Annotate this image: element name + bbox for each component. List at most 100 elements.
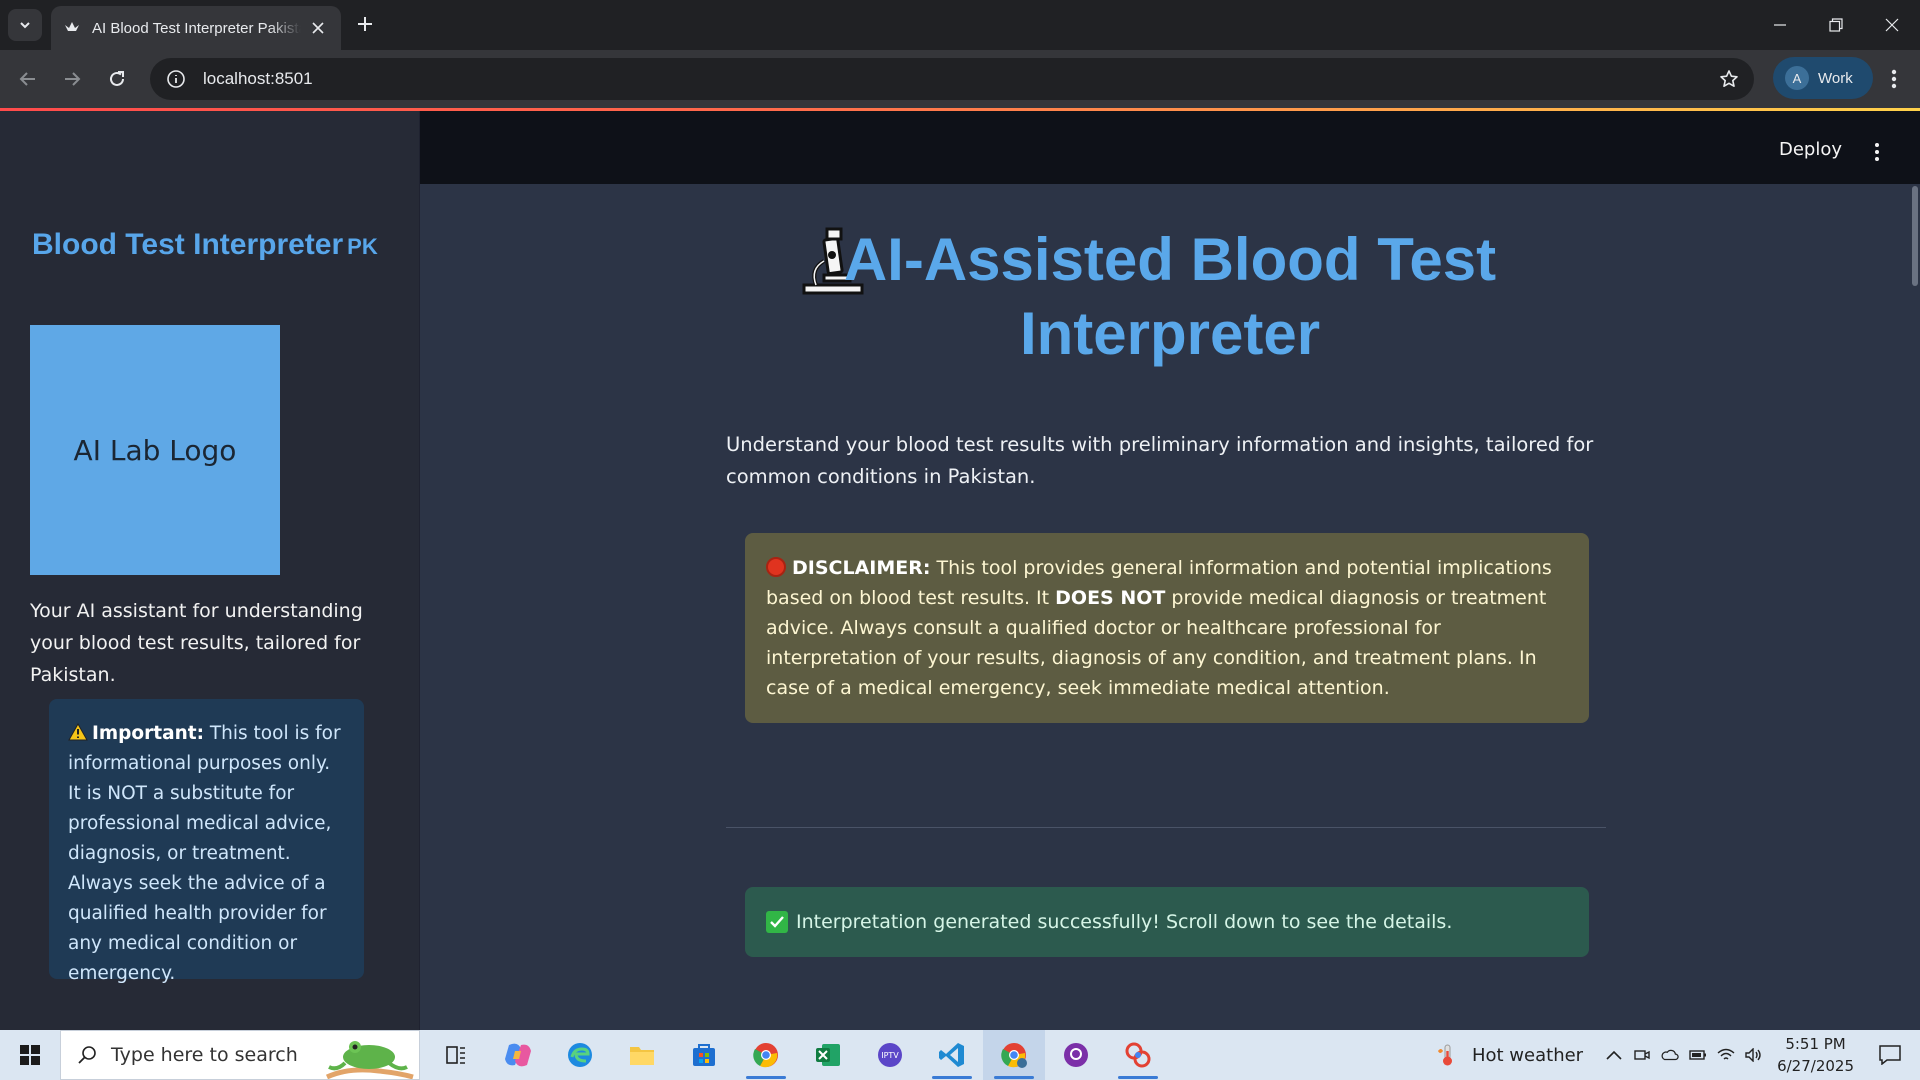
restore-button[interactable] <box>1808 0 1864 50</box>
sidebar: Blood Test Interpreter PK AI Lab Logo You… <box>0 111 420 1030</box>
plus-icon <box>358 17 372 31</box>
chrome-icon <box>753 1043 778 1068</box>
deploy-button[interactable]: Deploy <box>1779 139 1842 160</box>
new-tab-button[interactable] <box>352 11 378 37</box>
clock-time: 5:51 PM <box>1785 1035 1846 1053</box>
forward-button[interactable] <box>56 63 88 95</box>
logo-image: AI Lab Logo <box>30 325 280 575</box>
chrome-profile-button[interactable] <box>983 1030 1045 1080</box>
windows-logo-icon <box>20 1045 40 1065</box>
profile-button[interactable]: A Work <box>1773 57 1873 99</box>
copilot-icon <box>505 1043 531 1067</box>
vscode-button[interactable] <box>921 1030 983 1080</box>
arrow-right-icon <box>65 72 81 86</box>
store-button[interactable] <box>673 1030 735 1080</box>
alert-strong: Important: <box>92 723 204 744</box>
clock-date: 6/27/2025 <box>1777 1057 1854 1075</box>
profile-name: Work <box>1818 69 1853 87</box>
main-menu-button[interactable] <box>1867 140 1887 164</box>
edge-button[interactable] <box>549 1030 611 1080</box>
tab-search-button[interactable] <box>8 9 42 41</box>
stop-icon <box>766 557 786 577</box>
svg-text:IPTV: IPTV <box>881 1051 899 1060</box>
app-header: Deploy <box>420 111 1920 184</box>
start-button[interactable] <box>0 1030 60 1080</box>
warning-icon <box>68 722 88 741</box>
sidebar-info-alert: Important: This tool is for informationa… <box>49 699 364 984</box>
reload-icon <box>110 71 124 86</box>
windows-taskbar: Type here to search IPTV Hot weather 5:5… <box>0 1030 1920 1080</box>
main-content: Deploy AI-Assisted Blood Test Interprete… <box>420 111 1920 1030</box>
meet-now-icon[interactable] <box>1633 1046 1651 1064</box>
scrollbar[interactable] <box>1912 186 1918 286</box>
back-button[interactable] <box>12 63 44 95</box>
excel-button[interactable] <box>797 1030 859 1080</box>
sidebar-caption: Your AI assistant for understanding your… <box>30 600 363 686</box>
tray-icons <box>1605 1046 1763 1064</box>
success-text: Interpretation generated successfully! S… <box>796 911 1453 933</box>
browser-toolbar: localhost:8501 A Work <box>0 50 1920 108</box>
browser-tab[interactable]: AI Blood Test Interpreter Pakistan <box>51 6 341 50</box>
app-icon <box>1125 1042 1151 1068</box>
url-text[interactable]: localhost:8501 <box>203 69 313 89</box>
taskbar-clock[interactable]: 5:51 PM 6/27/2025 <box>1777 1033 1854 1077</box>
minimize-button[interactable] <box>1752 0 1808 50</box>
notification-center-button[interactable] <box>1878 1043 1902 1067</box>
alert-text: This tool is for informational purposes … <box>68 723 341 984</box>
sidebar-title-badge: PK <box>347 234 378 259</box>
avatar: A <box>1785 66 1809 90</box>
task-view-icon <box>446 1046 465 1064</box>
copilot-button[interactable] <box>487 1030 549 1080</box>
close-window-button[interactable] <box>1864 0 1920 50</box>
volume-icon[interactable] <box>1745 1046 1763 1064</box>
browser-menu-button[interactable] <box>1880 65 1908 93</box>
battery-icon[interactable] <box>1689 1046 1707 1064</box>
bookmark-star-icon[interactable] <box>1718 68 1740 90</box>
iptv-icon: IPTV <box>878 1043 902 1067</box>
vscode-icon <box>939 1043 964 1067</box>
wifi-icon[interactable] <box>1717 1046 1735 1064</box>
success-alert: Interpretation generated successfully! S… <box>745 887 1589 957</box>
github-icon <box>1064 1043 1088 1067</box>
site-info-icon[interactable] <box>155 58 197 100</box>
folder-icon <box>630 1047 654 1065</box>
divider <box>726 827 1606 828</box>
streamlit-crown-icon <box>64 20 80 36</box>
frog-illustration-icon <box>325 1041 414 1079</box>
thermometer-icon <box>1437 1044 1452 1066</box>
reload-button[interactable] <box>101 63 133 95</box>
browser-tab-bar: AI Blood Test Interpreter Pakistan <box>0 0 1920 50</box>
file-explorer-button[interactable] <box>611 1030 673 1080</box>
sidebar-title: Blood Test Interpreter PK <box>32 228 378 262</box>
search-placeholder: Type here to search <box>111 1044 298 1066</box>
onedrive-icon[interactable] <box>1661 1046 1679 1064</box>
taskbar-search[interactable]: Type here to search <box>60 1030 420 1080</box>
app-button[interactable] <box>1107 1030 1169 1080</box>
address-bar[interactable]: localhost:8501 <box>150 58 1754 100</box>
restore-icon <box>1829 18 1843 32</box>
search-icon <box>78 1046 96 1064</box>
close-tab-icon[interactable] <box>307 17 329 39</box>
excel-icon <box>816 1044 840 1066</box>
close-icon <box>1885 18 1899 32</box>
page-title: AI-Assisted Blood Test Interpreter <box>843 226 1497 367</box>
edge-icon <box>568 1043 592 1067</box>
minimize-icon <box>1774 24 1786 26</box>
tab-title: AI Blood Test Interpreter Pakistan <box>92 19 301 37</box>
system-tray: Hot weather 5:51 PM 6/27/2025 <box>1436 1030 1920 1080</box>
task-view-button[interactable] <box>425 1030 487 1080</box>
taskbar-apps: IPTV <box>425 1030 1169 1080</box>
intro-text: Understand your blood test results with … <box>726 433 1594 488</box>
disclaimer-alert: DISCLAIMER: This tool provides general i… <box>745 533 1589 723</box>
store-icon <box>693 1044 715 1066</box>
disclaimer-strong-2: DOES NOT <box>1055 587 1166 609</box>
weather-widget[interactable]: Hot weather <box>1436 1043 1583 1067</box>
github-button[interactable] <box>1045 1030 1107 1080</box>
disclaimer-strong: DISCLAIMER: <box>792 557 931 579</box>
chevron-up-icon[interactable] <box>1605 1046 1623 1064</box>
window-controls <box>1752 0 1920 50</box>
chrome-button[interactable] <box>735 1030 797 1080</box>
iptv-button[interactable]: IPTV <box>859 1030 921 1080</box>
weather-text: Hot weather <box>1471 1044 1584 1066</box>
logo-text: AI Lab Logo <box>73 433 237 467</box>
